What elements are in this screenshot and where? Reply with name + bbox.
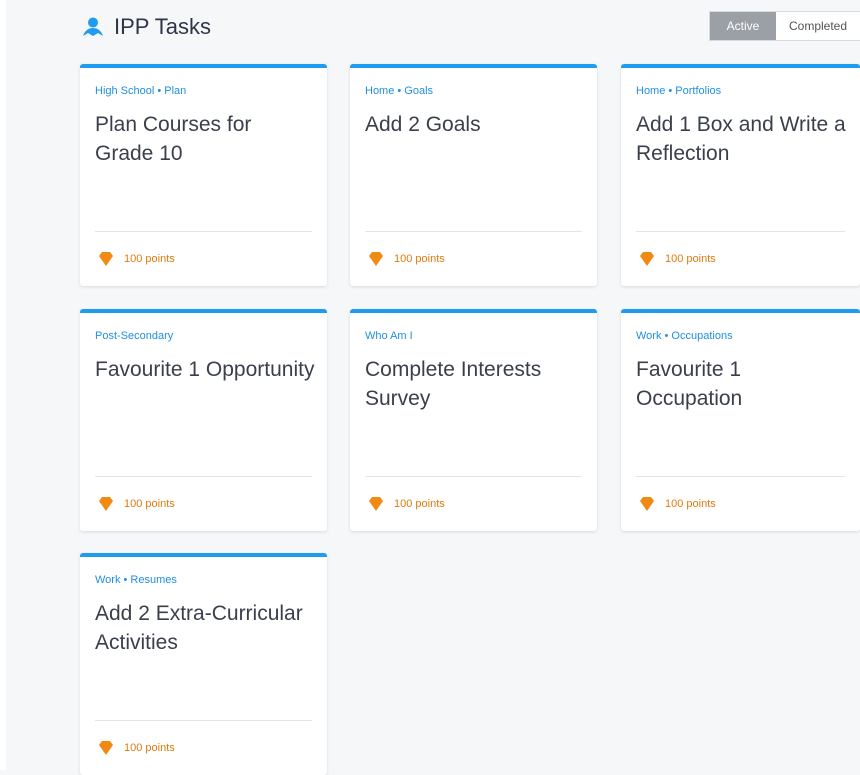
points-label: 100 points — [394, 498, 445, 510]
status-filter: Active Completed — [709, 11, 860, 41]
points-label: 100 points — [394, 253, 445, 265]
points-label: 100 points — [124, 253, 175, 265]
task-title: Add 1 Box and Write a Reflection — [636, 113, 846, 165]
card-divider — [636, 231, 845, 232]
task-points: 100 points — [368, 252, 445, 266]
card-divider — [95, 476, 312, 477]
task-points: 100 points — [98, 497, 175, 511]
gem-icon — [99, 741, 113, 755]
card-divider — [95, 720, 312, 721]
task-points: 100 points — [639, 497, 716, 511]
task-card[interactable]: Work • Occupations Favourite 1 Occupatio… — [621, 309, 860, 531]
task-category: Home • Goals — [365, 85, 434, 97]
task-points: 100 points — [639, 252, 716, 266]
task-category: High School • Plan — [95, 85, 187, 97]
task-points: 100 points — [98, 741, 175, 755]
points-label: 100 points — [665, 498, 716, 510]
task-category: Work • Occupations — [636, 330, 733, 342]
page-title: IPP Tasks — [114, 14, 212, 39]
gem-icon — [369, 497, 383, 511]
card-divider — [365, 476, 582, 477]
task-category: Work • Resumes — [95, 574, 177, 586]
card-divider — [365, 231, 582, 232]
task-category: Who Am I — [365, 330, 413, 342]
points-label: 100 points — [124, 742, 175, 754]
task-card[interactable]: Home • Portfolios Add 1 Box and Write a … — [621, 64, 860, 286]
card-divider — [95, 231, 312, 232]
page-header: IPP Tasks — [82, 10, 211, 44]
filter-active-button[interactable]: Active — [710, 12, 776, 40]
task-title: Add 2 Extra-Curricular Activities — [95, 602, 303, 654]
gem-icon — [99, 252, 113, 266]
task-title: Favourite 1 Occupation — [636, 358, 743, 410]
points-label: 100 points — [124, 498, 175, 510]
task-category: Post-Secondary — [95, 330, 174, 342]
task-card[interactable]: Who Am I Complete Interests Survey 100 p… — [350, 309, 597, 531]
task-card[interactable]: Work • Resumes Add 2 Extra-Curricular Ac… — [80, 553, 327, 775]
task-card[interactable]: High School • Plan Plan Courses for Grad… — [80, 64, 327, 286]
task-title: Favourite 1 Opportunity — [95, 358, 315, 381]
filter-completed-button[interactable]: Completed — [776, 12, 860, 40]
task-title: Complete Interests Survey — [365, 358, 542, 410]
card-divider — [636, 476, 845, 477]
task-category: Home • Portfolios — [636, 85, 722, 97]
user-group-icon — [83, 17, 103, 36]
gem-icon — [640, 497, 654, 511]
task-points: 100 points — [368, 497, 445, 511]
left-edge — [0, 0, 6, 770]
points-label: 100 points — [665, 253, 716, 265]
task-card[interactable]: Home • Goals Add 2 Goals 100 points — [350, 64, 597, 286]
task-points: 100 points — [98, 252, 175, 266]
gem-icon — [99, 497, 113, 511]
task-title: Add 2 Goals — [365, 113, 481, 136]
gem-icon — [369, 252, 383, 266]
gem-icon — [640, 252, 654, 266]
task-title: Plan Courses for Grade 10 — [95, 113, 252, 165]
task-card[interactable]: Post-Secondary Favourite 1 Opportunity 1… — [80, 309, 327, 531]
